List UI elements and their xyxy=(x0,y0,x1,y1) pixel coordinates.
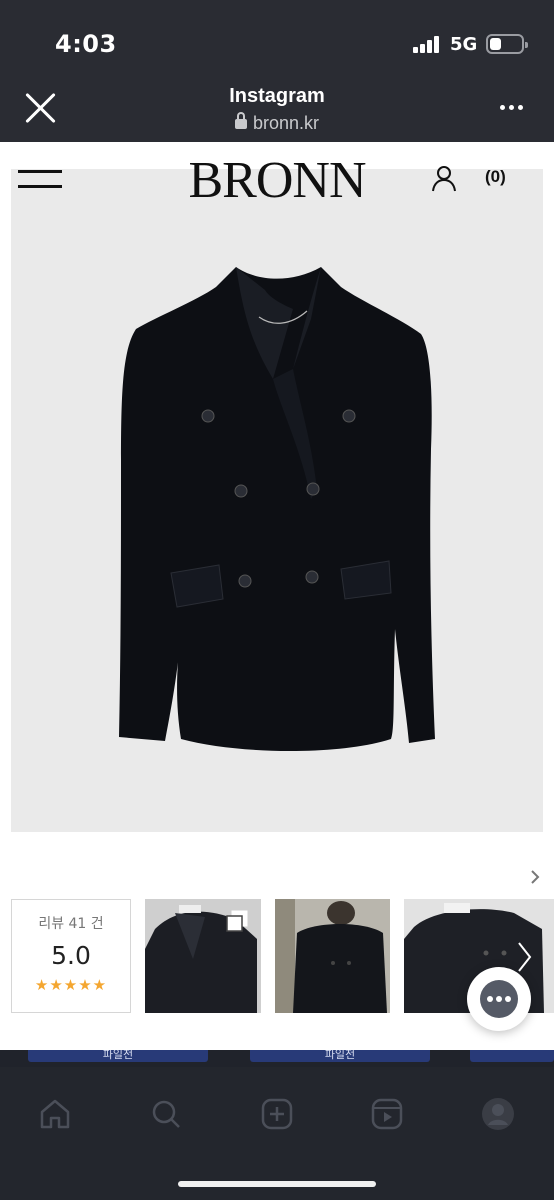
profile-icon[interactable] xyxy=(481,1097,515,1131)
star-rating: ★★★★★ xyxy=(34,976,108,994)
review-photo[interactable] xyxy=(145,899,261,1013)
chat-button[interactable] xyxy=(467,967,531,1031)
chevron-right-icon[interactable] xyxy=(514,939,534,975)
search-icon[interactable] xyxy=(149,1097,183,1131)
create-icon[interactable] xyxy=(260,1097,294,1131)
review-photo[interactable] xyxy=(275,899,390,1013)
chevron-right-icon[interactable] xyxy=(528,869,542,885)
status-time: 4:03 xyxy=(55,30,117,58)
product-image[interactable] xyxy=(11,169,543,832)
browser-header: Instagram bronn.kr xyxy=(0,72,554,142)
review-score: 5.0 xyxy=(51,941,91,970)
multiple-photos-icon xyxy=(226,910,248,932)
status-bar: 4:03 5G xyxy=(0,0,554,72)
bottom-banner: 파일전 파일전 xyxy=(0,1050,554,1067)
home-indicator xyxy=(178,1181,376,1187)
home-icon[interactable] xyxy=(38,1097,72,1131)
jacket-image xyxy=(119,267,435,751)
browser-url: bronn.kr xyxy=(0,112,554,134)
network-label: 5G xyxy=(450,34,478,55)
banner-item[interactable]: 파일전 xyxy=(250,1050,430,1062)
lock-icon xyxy=(234,112,247,129)
site-header: BRONN (0) xyxy=(0,142,554,212)
battery-icon xyxy=(486,34,528,54)
signal-icon xyxy=(413,36,441,53)
review-summary[interactable]: 리뷰 41 건 5.0 ★★★★★ xyxy=(11,899,131,1013)
reels-icon[interactable] xyxy=(370,1097,404,1131)
url-text: bronn.kr xyxy=(252,113,320,133)
tab-bar xyxy=(0,1067,554,1200)
browser-title: Instagram xyxy=(229,85,325,107)
banner-item[interactable] xyxy=(470,1050,554,1062)
brand-logo[interactable]: BRONN xyxy=(0,151,554,210)
review-count: 리뷰 41 건 xyxy=(38,916,104,932)
web-page: BRONN (0) 리뷰 41 건 5.0 ★★★★★ 파일전 파일전 xyxy=(0,142,554,1067)
more-icon[interactable] xyxy=(500,105,524,111)
user-icon[interactable] xyxy=(430,164,458,192)
chat-icon xyxy=(480,980,518,1018)
banner-item[interactable]: 파일전 xyxy=(28,1050,208,1062)
cart-count[interactable]: (0) xyxy=(485,167,506,187)
